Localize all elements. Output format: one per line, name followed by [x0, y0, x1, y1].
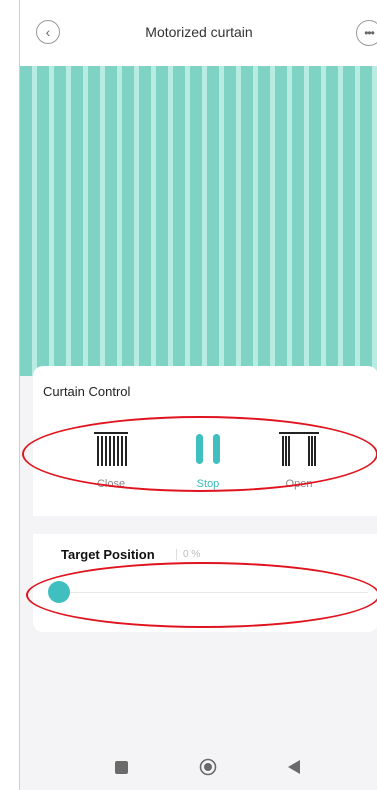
square-icon: [115, 761, 128, 774]
curtain-pleat-highlight: [168, 66, 173, 376]
curtain-pleat-highlight: [372, 66, 377, 376]
curtain-pleat-highlight: [202, 66, 207, 376]
curtain-pleat-highlight: [355, 66, 360, 376]
curtain-pleat-highlight: [66, 66, 71, 376]
curtain-pleat: [88, 66, 100, 376]
curtain-pleat: [258, 66, 270, 376]
curtain-pleat: [156, 66, 168, 376]
curtain-closed-icon: [94, 432, 128, 466]
curtain-pleat-highlight: [32, 66, 37, 376]
curtain-pleat: [360, 66, 372, 376]
curtain-pleat: [173, 66, 185, 376]
close-label: Close: [96, 478, 126, 490]
curtain-pleat-highlight: [236, 66, 241, 376]
slider-thumb[interactable]: [48, 581, 70, 603]
curtain-pleat-highlight: [185, 66, 190, 376]
curtain-stripes: [20, 66, 377, 376]
curtain-pleat-highlight: [253, 66, 258, 376]
curtain-pleat-highlight: [321, 66, 326, 376]
curtain-pleat: [139, 66, 151, 376]
system-nav-bar: [20, 745, 377, 790]
curtain-pleat: [326, 66, 338, 376]
curtain-pleat-highlight: [270, 66, 275, 376]
section-divider: [33, 516, 377, 534]
curtain-control-title: Curtain Control: [43, 384, 131, 399]
home-button[interactable]: [199, 758, 217, 781]
curtain-pleat: [37, 66, 49, 376]
app-screen: ‹ Motorized curtain ••• Curtain Control: [19, 0, 377, 790]
stop-label: Stop: [196, 478, 220, 490]
curtain-pleat: [241, 66, 253, 376]
stop-button[interactable]: Stop: [178, 426, 238, 490]
ellipsis-icon: •••: [364, 26, 375, 40]
curtain-pleat-highlight: [151, 66, 156, 376]
recent-apps-button[interactable]: [115, 761, 128, 779]
open-label: Open: [285, 478, 313, 490]
curtain-pleat-highlight: [117, 66, 122, 376]
curtain-control-card: Curtain Control Close Stop Open Target P…: [33, 366, 377, 632]
curtain-pleat: [122, 66, 134, 376]
page-title: Motorized curtain: [145, 24, 253, 40]
curtain-pleat: [71, 66, 83, 376]
top-bar: ‹ Motorized curtain •••: [20, 0, 377, 66]
more-options-button[interactable]: •••: [356, 20, 377, 46]
target-position-value: 0 %: [176, 549, 200, 560]
target-position-label: Target Position: [61, 547, 155, 562]
curtain-pleat-highlight: [83, 66, 88, 376]
back-nav-button[interactable]: [288, 760, 300, 779]
curtain-pleat-highlight: [304, 66, 309, 376]
curtain-pleat-highlight: [287, 66, 292, 376]
curtain-pleat-highlight: [338, 66, 343, 376]
curtain-pleat: [54, 66, 66, 376]
circle-icon: [199, 758, 217, 776]
curtain-pleat: [343, 66, 355, 376]
curtain-pleat: [309, 66, 321, 376]
triangle-back-icon: [288, 760, 300, 774]
curtain-pleat: [20, 66, 32, 376]
curtain-pleat: [292, 66, 304, 376]
curtain-pleat: [224, 66, 236, 376]
close-button[interactable]: Close: [81, 426, 141, 490]
curtain-pleat-highlight: [100, 66, 105, 376]
curtain-pleat-highlight: [49, 66, 54, 376]
curtain-pleat: [275, 66, 287, 376]
curtain-pleat: [105, 66, 117, 376]
curtain-pleat: [207, 66, 219, 376]
curtain-visualization: [20, 66, 377, 376]
curtain-pleat-highlight: [134, 66, 139, 376]
open-button[interactable]: Open: [269, 426, 329, 490]
target-position-slider[interactable]: [63, 592, 368, 593]
pause-icon: [196, 434, 220, 464]
curtain-pleat-highlight: [219, 66, 224, 376]
curtain-open-icon: [279, 432, 319, 466]
curtain-pleat: [190, 66, 202, 376]
